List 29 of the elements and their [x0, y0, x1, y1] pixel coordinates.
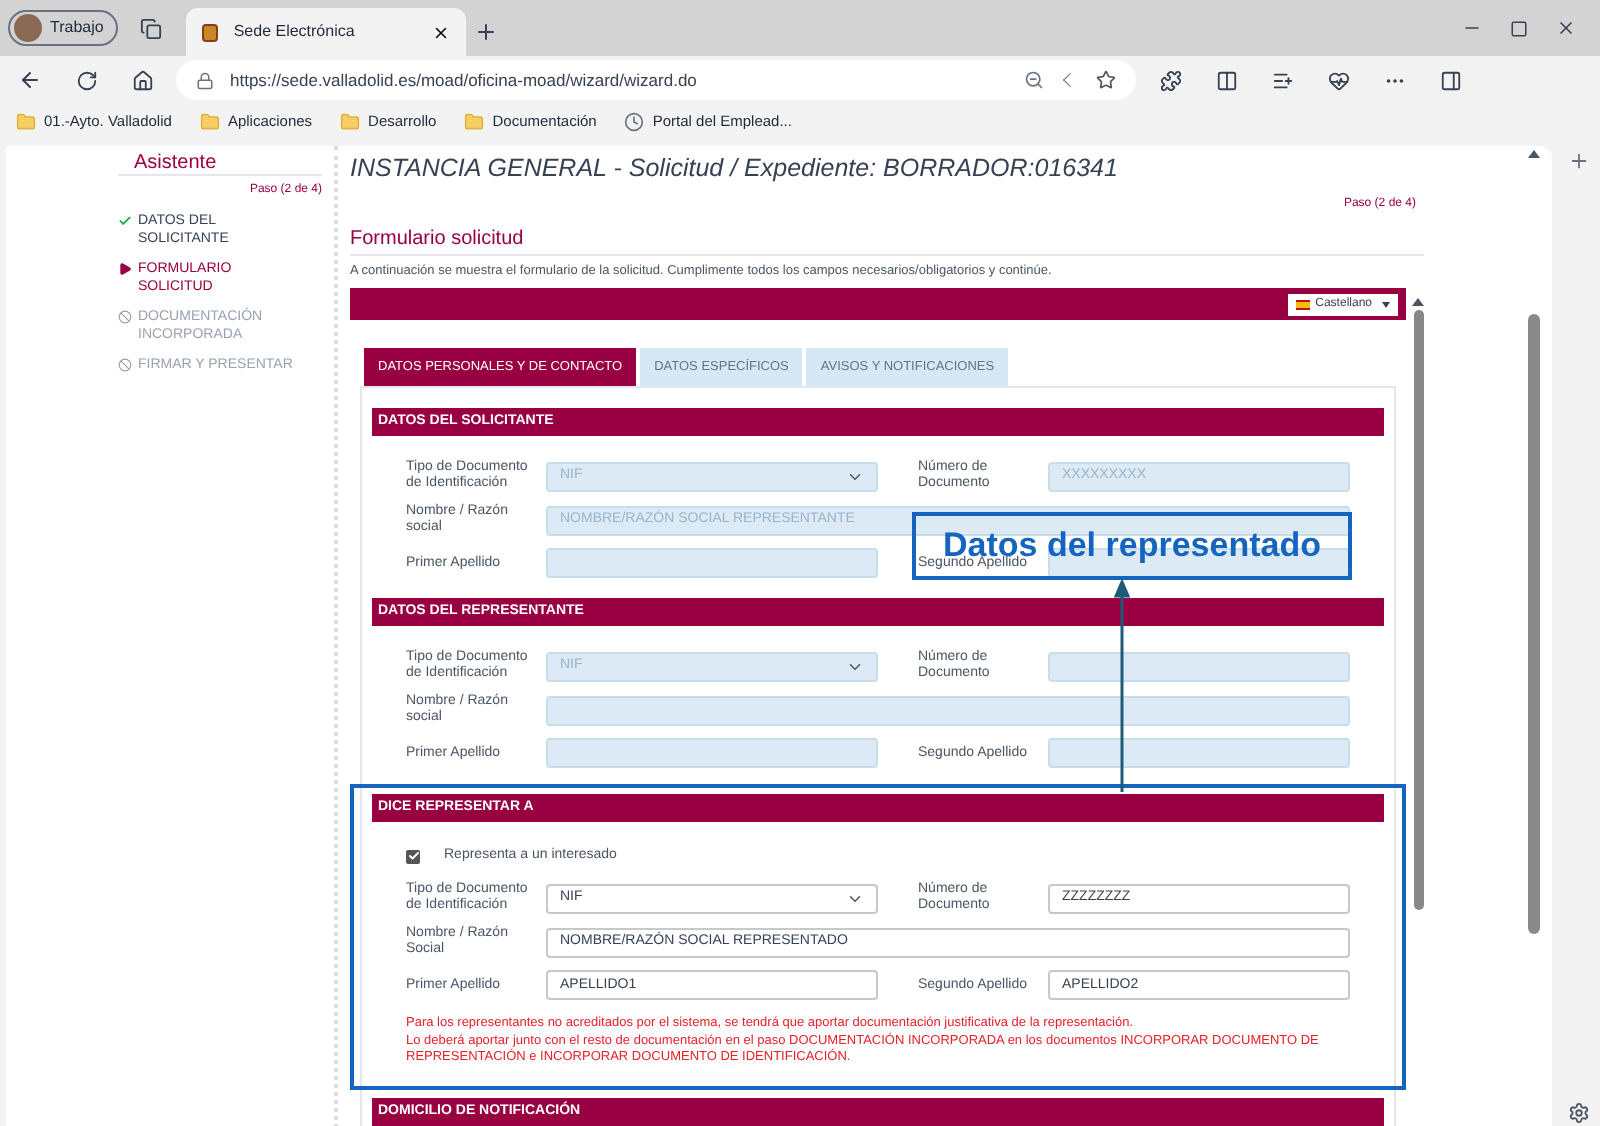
form-title: Formulario solicitud — [350, 230, 1424, 256]
avatar-icon — [14, 14, 42, 42]
close-window-icon[interactable] — [1556, 18, 1576, 38]
add-icon[interactable] — [1567, 150, 1589, 172]
sidebar-title: Asistente — [118, 154, 322, 176]
play-icon — [118, 262, 132, 276]
folder-icon — [464, 112, 485, 132]
flag-icon — [1295, 299, 1310, 309]
close-icon[interactable] — [431, 23, 450, 41]
address-bar[interactable]: https://sede.valladolid.es/moad/oficina-moad/wizard/wizard.do — [176, 60, 1136, 100]
clock-icon — [624, 112, 645, 132]
lock-icon — [196, 71, 214, 89]
page-title: INSTANCIA GENERAL - Solicitud / Expediente: BORRADOR:016341 — [350, 158, 1120, 178]
browser-tab[interactable]: Sede Electrónica — [185, 8, 466, 56]
folder-icon — [340, 112, 361, 132]
favorite-icon[interactable] — [1096, 70, 1116, 90]
checkbox[interactable] — [406, 849, 420, 863]
favicon-icon — [201, 23, 218, 41]
maximize-icon[interactable] — [1510, 19, 1528, 37]
zoom-icon[interactable] — [1024, 70, 1044, 90]
folder-icon — [199, 112, 220, 132]
settings-icon[interactable] — [1567, 1101, 1589, 1123]
blocked-icon — [118, 358, 132, 372]
caret-icon — [1382, 301, 1390, 307]
blocked-icon — [118, 310, 132, 324]
folder-icon — [16, 112, 36, 132]
new-tab-icon[interactable] — [473, 20, 498, 44]
check-icon — [118, 214, 132, 228]
profile-button[interactable]: Trabajo — [8, 10, 118, 46]
